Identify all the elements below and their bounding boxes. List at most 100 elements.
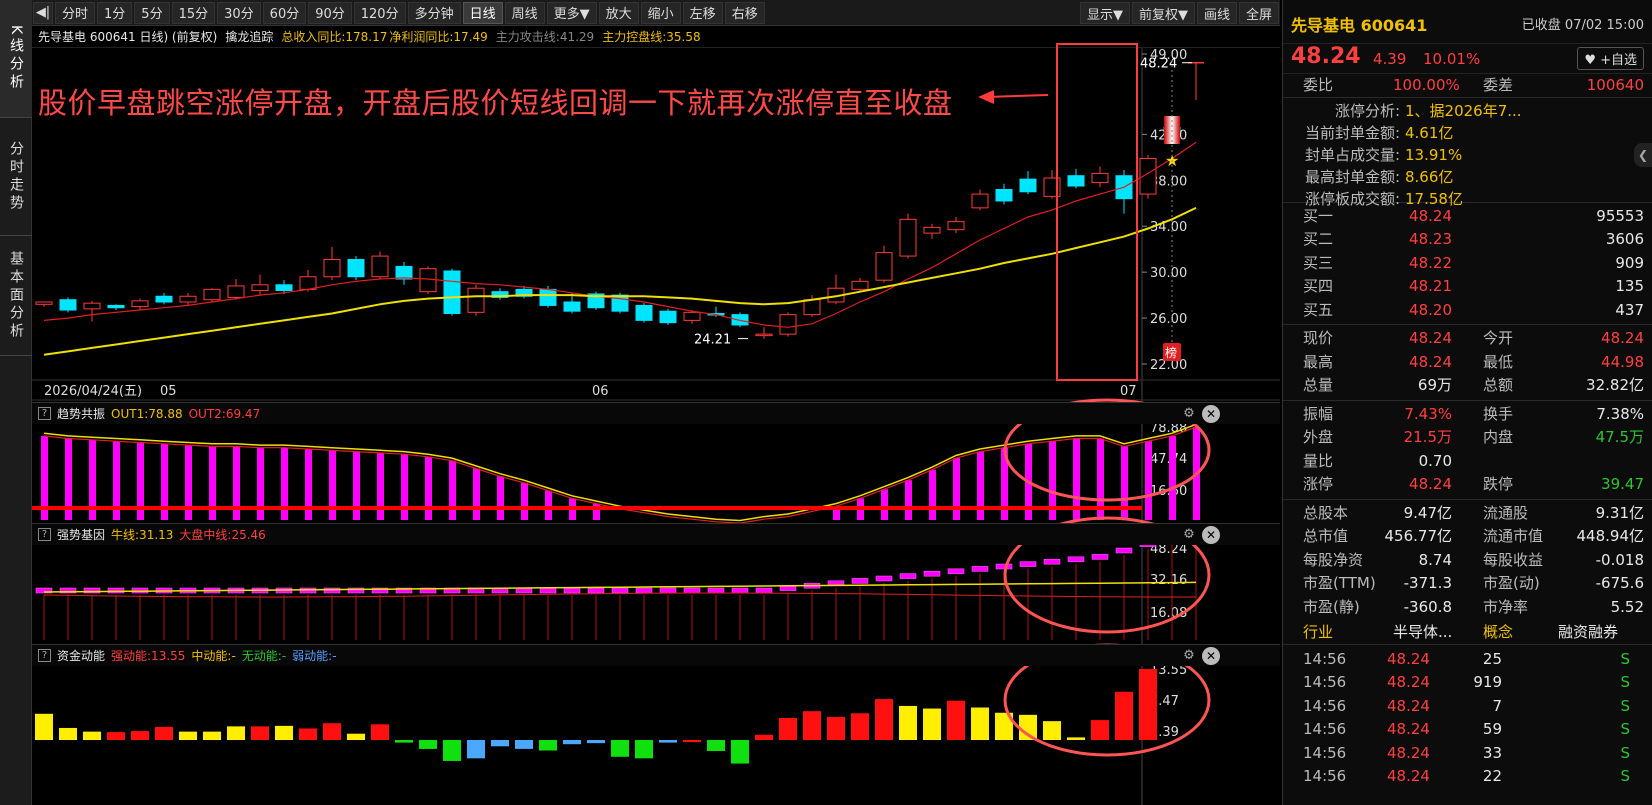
bid-price: 48.20 — [1409, 300, 1452, 319]
candle-body — [155, 295, 173, 303]
candle-body — [467, 287, 485, 313]
info-tab[interactable]: 行业 — [1303, 621, 1333, 645]
zt-label: 封单占成交量: — [1304, 145, 1400, 164]
detail-label: 跌停 — [1483, 475, 1514, 493]
bid-label: 买一 — [1303, 206, 1334, 225]
pane1-bar — [497, 476, 504, 520]
pane2-bar — [1019, 561, 1037, 567]
high-price-label: 48.24 — [1140, 57, 1177, 72]
pane2-bar — [635, 587, 653, 594]
pane1-out2: OUT2:69.47 — [188, 406, 261, 421]
pane3-bar — [443, 740, 461, 761]
gear-icon[interactable]: ⚙ — [1180, 526, 1198, 544]
tick-side: S — [1620, 720, 1630, 738]
fund-label: 总股本 — [1303, 503, 1349, 522]
pane3-bar — [731, 740, 749, 764]
pane2-header: ? 强势基因 牛线:31.13 大盘中线:25.46 ⚙ ✕ — [32, 523, 1280, 545]
fund-value: 9.47亿 — [1403, 503, 1452, 522]
pane2-bull: 牛线:31.13 — [111, 528, 174, 542]
pane3-bar — [395, 740, 413, 743]
detail-value: 48.24 — [1409, 475, 1452, 493]
info-tab[interactable]: 融资融券 — [1558, 621, 1618, 645]
pane3-bar — [419, 740, 437, 749]
close-icon[interactable]: ✕ — [1202, 525, 1220, 544]
current-price: 48.24 — [1291, 44, 1361, 69]
pane2-bar — [107, 587, 125, 594]
zt-label: 当前封单金额: — [1304, 123, 1400, 142]
gear-icon[interactable]: ⚙ — [1180, 405, 1198, 423]
fundamentals: 总股本 9.47亿 流通股 9.31亿 总市值 456.77亿 流通市值 448.94亿 每股净… — [1283, 500, 1652, 622]
arrow-head — [978, 90, 994, 104]
fund-label: 流通市值 — [1483, 527, 1544, 545]
pane3-bar — [83, 731, 101, 740]
pane2-bar — [539, 587, 557, 594]
collapse-panel-icon[interactable]: ❮ — [1634, 143, 1652, 167]
candle-body — [755, 333, 773, 337]
pane3-bar — [1115, 691, 1133, 740]
help-icon[interactable]: ? — [38, 649, 51, 662]
tab-fundamentals[interactable]: 基本面分析 — [0, 236, 32, 356]
pane2-mid: 大盘中线:25.46 — [179, 528, 266, 542]
quote-label: 现价 — [1303, 329, 1334, 347]
tab-kline[interactable]: K线分析 — [0, 0, 32, 118]
quote-value: 69万 — [1417, 376, 1452, 394]
info-tab[interactable]: 半导体... — [1393, 621, 1452, 645]
date-tick-label: 05 — [160, 384, 177, 399]
stock-name: 先导基电 600641 — [1291, 16, 1428, 35]
pane3-bar — [683, 740, 701, 743]
candle-body — [539, 288, 557, 306]
bid-volume: 135 — [1615, 277, 1644, 295]
pane3-bar — [563, 740, 581, 745]
date-tick-label: 2026/04/24(五) — [44, 384, 142, 399]
close-icon[interactable]: ✕ — [1202, 646, 1220, 665]
pane2-bar — [611, 587, 629, 594]
pane1-bar — [425, 456, 432, 520]
candle-body — [659, 310, 677, 324]
add-watchlist-button[interactable]: ♥ +自选 — [1577, 47, 1644, 70]
pane3-bar — [371, 724, 389, 740]
tick-volume: 919 — [1473, 673, 1502, 691]
bid-label: 买三 — [1303, 253, 1334, 272]
tick-time: 14:56 — [1303, 696, 1347, 715]
close-icon[interactable]: ✕ — [1202, 404, 1220, 423]
fund-value: -360.8 — [1403, 597, 1452, 616]
candle-body — [779, 314, 797, 335]
pane2-bar — [1067, 556, 1085, 563]
quote-details: 振幅 7.43% 换手 7.38% 外盘 21.5万 内盘 47.5万 量比 0.70 涨停 48.2… — [1283, 401, 1652, 500]
candle-body — [299, 276, 317, 290]
candle-body — [899, 218, 917, 257]
zt-value: 8.66亿 — [1405, 167, 1454, 186]
tick-time: 14:56 — [1303, 767, 1347, 785]
price-pct: 10.01% — [1423, 50, 1481, 68]
pane1-bar — [905, 480, 912, 520]
detail-value: 7.38% — [1596, 404, 1644, 423]
bid-price: 48.23 — [1409, 230, 1452, 248]
help-icon[interactable]: ? — [38, 407, 51, 420]
fund-value: -675.6 — [1595, 574, 1644, 592]
candle-body — [1067, 175, 1085, 187]
help-icon[interactable]: ? — [38, 528, 51, 541]
tick-side: S — [1620, 649, 1630, 668]
price-tick-label: 30.00 — [1150, 266, 1187, 281]
pane3-bar — [947, 700, 965, 740]
candle-body — [635, 304, 653, 321]
fund-label: 流通股 — [1483, 503, 1529, 522]
info-tab[interactable]: 概念 — [1483, 621, 1513, 645]
gear-icon[interactable]: ⚙ — [1180, 647, 1198, 665]
order-book: 买一 48.24 95553 买二 48.23 3606 买三 48.22 909 买四 48.21… — [1283, 203, 1652, 325]
pane1-bar — [1145, 441, 1152, 520]
pane2-bar — [587, 587, 605, 594]
fund-label: 市盈(静) — [1303, 597, 1360, 616]
detail-value: 21.5万 — [1403, 428, 1452, 446]
bid-price: 48.22 — [1409, 253, 1452, 272]
pane3-bar — [107, 732, 125, 740]
pane2-bar — [731, 587, 749, 594]
tab-intraday[interactable]: 分时走势 — [0, 118, 32, 236]
candle-body — [59, 299, 77, 311]
annotation-arrow — [985, 94, 1049, 98]
pane3-bar — [323, 723, 341, 740]
fund-label: 每股收益 — [1483, 550, 1544, 569]
quote-label: 最低 — [1483, 352, 1514, 371]
candle-body — [923, 226, 941, 234]
candle-body — [971, 193, 989, 209]
